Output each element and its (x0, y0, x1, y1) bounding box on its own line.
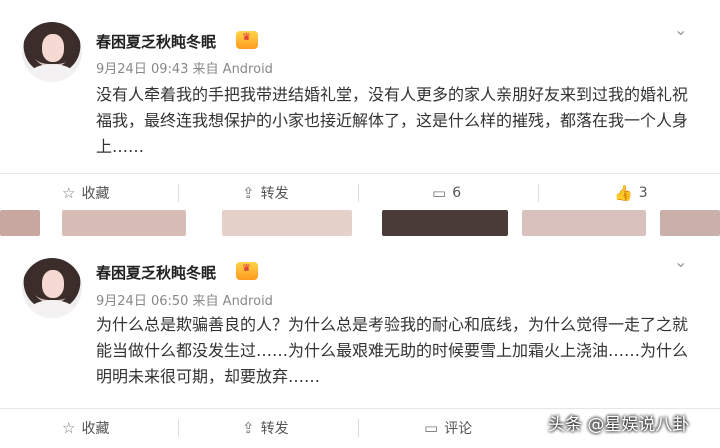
comment-button[interactable]: ▭ 6 (432, 183, 461, 203)
star-icon: ☆ (62, 184, 76, 202)
photo-thumbnail[interactable] (660, 210, 720, 236)
like-button[interactable]: 👍 3 (614, 183, 648, 203)
chevron-down-icon[interactable]: ⌄ (674, 20, 694, 39)
post-text: 为什么总是欺骗善良的人？为什么总是考验我的耐心和底线，为什么觉得一走了之就能当做… (96, 315, 689, 386)
divider (538, 184, 539, 202)
repost-label: 转发 (260, 421, 289, 437)
post-meta: 9月24日 06:50 来自 Android (96, 294, 273, 309)
photo-thumbnail[interactable] (0, 210, 40, 236)
thumbs-up-icon: 👍 (614, 184, 633, 202)
photo-thumbnail[interactable] (222, 210, 352, 236)
photo-thumbnail[interactable] (62, 210, 186, 236)
comment-count: 6 (452, 185, 462, 201)
post-card: 春困夏乏秋盹冬眠 ♛ ⌄ 9月24日 09:43 来自 Android 没有人牵… (0, 0, 720, 208)
favorite-button[interactable]: ☆ 收藏 (62, 183, 109, 203)
avatar[interactable] (22, 22, 82, 82)
vip-crown-icon: ♛ (236, 262, 258, 280)
chevron-down-icon[interactable]: ⌄ (674, 252, 694, 271)
favorite-label: 收藏 (81, 186, 110, 202)
favorite-label: 收藏 (81, 421, 110, 437)
repost-icon: ⇪ (242, 419, 255, 437)
avatar[interactable] (22, 258, 82, 318)
like-count: 3 (638, 185, 648, 201)
photo-thumbnail[interactable] (522, 210, 646, 236)
post-meta: 9月24日 09:43 来自 Android (96, 62, 273, 77)
vip-crown-icon: ♛ (236, 31, 258, 49)
divider (178, 184, 179, 202)
repost-button[interactable]: ⇪ 转发 (242, 418, 289, 438)
author-name[interactable]: 春困夏乏秋盹冬眠 (96, 31, 216, 52)
post-text: 没有人牵着我的手把我带进结婚礼堂，没有人更多的家人亲朋好友来到过我的婚礼祝福我，… (96, 85, 689, 156)
image-strip (0, 208, 720, 236)
author-name[interactable]: 春困夏乏秋盹冬眠 (96, 262, 216, 283)
repost-label: 转发 (260, 186, 289, 202)
divider (358, 184, 359, 202)
comment-label: 评论 (444, 421, 473, 437)
divider (178, 419, 179, 437)
repost-icon: ⇪ (242, 184, 255, 202)
divider (358, 419, 359, 437)
photo-thumbnail[interactable] (382, 210, 508, 236)
star-icon: ☆ (62, 419, 76, 437)
repost-button[interactable]: ⇪ 转发 (242, 183, 289, 203)
comment-icon: ▭ (432, 184, 447, 202)
favorite-button[interactable]: ☆ 收藏 (62, 418, 109, 438)
comment-button[interactable]: ▭ 评论 (424, 418, 472, 438)
action-bar: ☆ 收藏 ⇪ 转发 ▭ 6 👍 3 (0, 173, 720, 212)
comment-icon: ▭ (424, 419, 439, 437)
watermark: 头条 @星娱说八卦 (548, 415, 690, 435)
